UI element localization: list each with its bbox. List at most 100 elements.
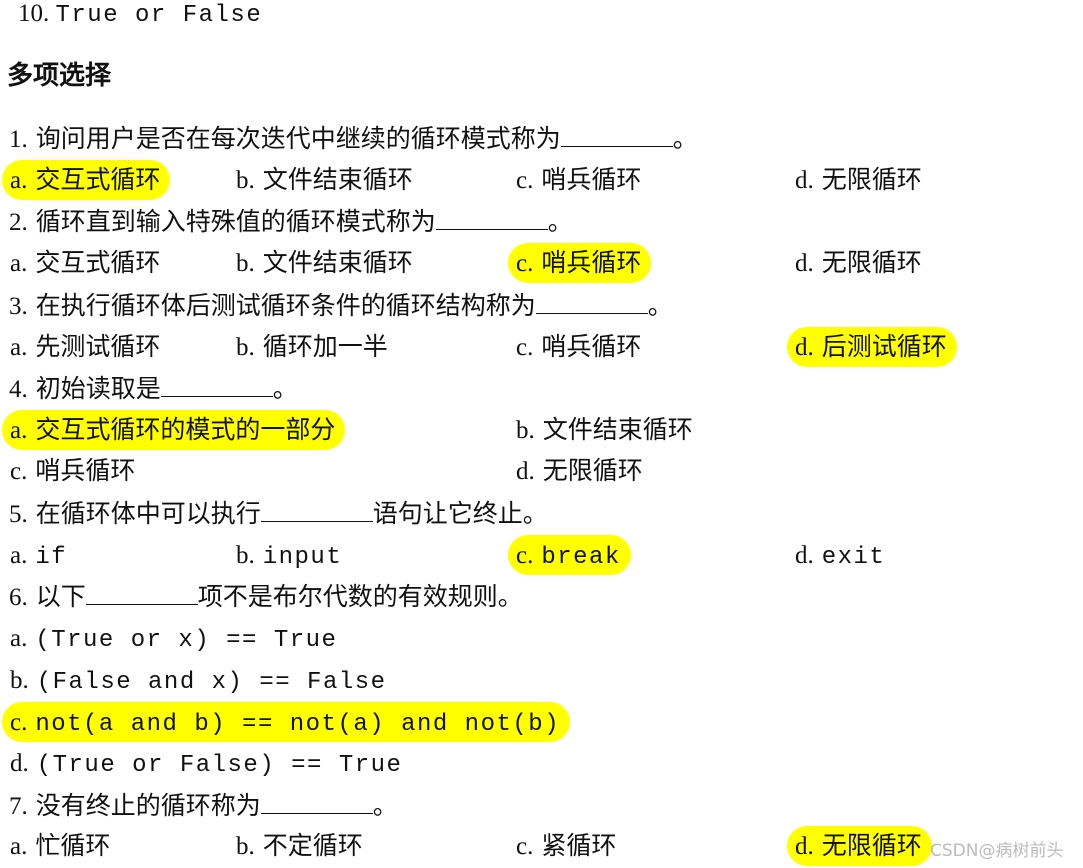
option-d[interactable]: d. 无限循环 [787,826,932,866]
option-letter: d. [795,167,814,194]
option-text: 交互式循环的模式的一部分 [35,415,336,444]
question-prompt: 1. 询问用户是否在每次迭代中继续的循环模式称为 。 [0,118,708,158]
prompt-text: 在执行循环体后测试循环条件的循环结构称为 [35,291,536,320]
prompt-text: 循环直到输入特殊值的循环模式称为 [35,207,436,236]
question-prompt: 4. 初始读取是 。 [0,368,308,408]
option-c[interactable]: c. 哨兵循环 [508,160,651,200]
option-text: 后测试循环 [821,332,947,361]
option-d[interactable]: d. 无限循环 [787,243,932,283]
option-d[interactable]: d. 无限循环 [787,160,932,200]
answer-blank [260,493,373,522]
question-number: 1. [9,126,28,153]
answer-blank [160,368,273,397]
option-text: break [541,544,621,571]
option-b[interactable]: b. (False and x) == False [2,660,397,700]
option-text: 文件结束循环 [542,415,693,444]
option-text: 先测试循环 [35,332,161,361]
option-d[interactable]: d. (True or False) == True [2,743,412,783]
prompt-end: 。 [672,124,698,153]
previous-answer: 10. True or False [10,0,272,34]
option-c[interactable]: c. 哨兵循环 [508,243,652,283]
option-letter: a. [10,334,28,361]
question-number: 6. [9,584,28,611]
option-text: 哨兵循环 [35,456,136,485]
option-text: 无限循环 [821,248,922,277]
option-text: 循环加一半 [262,332,388,361]
answer-blank [535,285,648,314]
answer-blank [260,785,373,814]
option-a[interactable]: a. (True or x) == True [2,618,347,658]
option-letter: a. [10,250,28,277]
option-c[interactable]: c. 哨兵循环 [2,451,145,491]
question-number: 5. [9,501,28,528]
option-b[interactable]: b. 循环加一半 [228,327,398,367]
prompt-end: 。 [372,791,398,820]
prompt-end: 。 [647,291,673,320]
option-a[interactable]: a. 交互式循环 [2,160,171,200]
option-d[interactable]: d. 无限循环 [508,451,653,491]
option-a[interactable]: a. 忙循环 [2,826,120,866]
question-prompt: 3. 在执行循环体后测试循环条件的循环结构称为 。 [0,285,683,325]
option-text: 忙循环 [35,831,111,860]
option-text: 无限循环 [821,165,922,194]
item-number: 10. [18,0,50,27]
answer-blank [560,118,673,147]
prompt-text: 询问用户是否在每次迭代中继续的循环模式称为 [35,124,561,153]
option-letter: b. [10,667,29,694]
option-text: 哨兵循环 [541,248,642,277]
question-number: 4. [9,376,28,403]
question-number: 2. [9,209,28,236]
prompt-text: 在循环体中可以执行 [35,499,261,528]
option-a[interactable]: a. 先测试循环 [2,327,170,367]
option-text: 文件结束循环 [262,165,413,194]
option-b[interactable]: b. 文件结束循环 [508,410,703,450]
option-letter: d. [10,750,29,777]
option-text: exit [821,544,886,571]
option-letter: c. [10,709,28,736]
option-letter: c. [10,458,28,485]
option-letter: a. [10,542,28,569]
answer-blank [85,576,198,605]
option-text: 不定循环 [262,831,363,860]
option-d[interactable]: d. 后测试循环 [787,327,957,367]
option-c[interactable]: c. 哨兵循环 [508,327,651,367]
option-letter: b. [516,417,535,444]
option-a[interactable]: a. if [2,535,77,575]
option-letter: c. [516,167,534,194]
option-text: 无限循环 [542,456,643,485]
prompt-end: 。 [547,207,573,236]
option-a[interactable]: a. 交互式循环的模式的一部分 [2,410,346,450]
option-letter: b. [236,833,255,860]
section-title: 多项选择 [7,61,112,91]
option-b[interactable]: b. 不定循环 [228,826,373,866]
option-letter: c. [516,334,534,361]
option-b[interactable]: b. input [228,535,352,575]
option-text: (True or False) == True [36,752,403,779]
option-text: if [35,544,68,571]
option-b[interactable]: b. 文件结束循环 [228,243,423,283]
option-text: 文件结束循环 [262,248,413,277]
prompt-text: 以下 [35,582,86,611]
question-prompt: 6. 以下 项不是布尔代数的有效规则。 [0,576,533,616]
prompt-text: 初始读取是 [35,374,161,403]
option-c[interactable]: c. 紧循环 [508,826,626,866]
option-text: 无限循环 [821,831,922,860]
option-c[interactable]: c. break [508,535,631,575]
option-letter: c. [516,542,534,569]
option-c[interactable]: c. not(a and b) == not(a) and not(b) [2,702,571,742]
option-b[interactable]: b. 文件结束循环 [228,160,423,200]
option-text: 交互式循环 [35,165,161,194]
option-text: 哨兵循环 [541,165,642,194]
option-letter: a. [10,417,28,444]
option-text: 哨兵循环 [541,332,642,361]
option-text: not(a and b) == not(a) and not(b) [35,711,561,738]
watermark: CSDN@病树前头 [930,841,1064,861]
option-a[interactable]: a. 交互式循环 [2,243,170,283]
prompt-end: 项不是布尔代数的有效规则。 [197,582,523,611]
question-number: 3. [9,293,28,320]
option-d[interactable]: d. exit [787,535,895,575]
option-letter: b. [236,334,255,361]
option-letter: b. [236,250,255,277]
option-text: 交互式循环 [35,248,161,277]
option-letter: d. [795,542,814,569]
